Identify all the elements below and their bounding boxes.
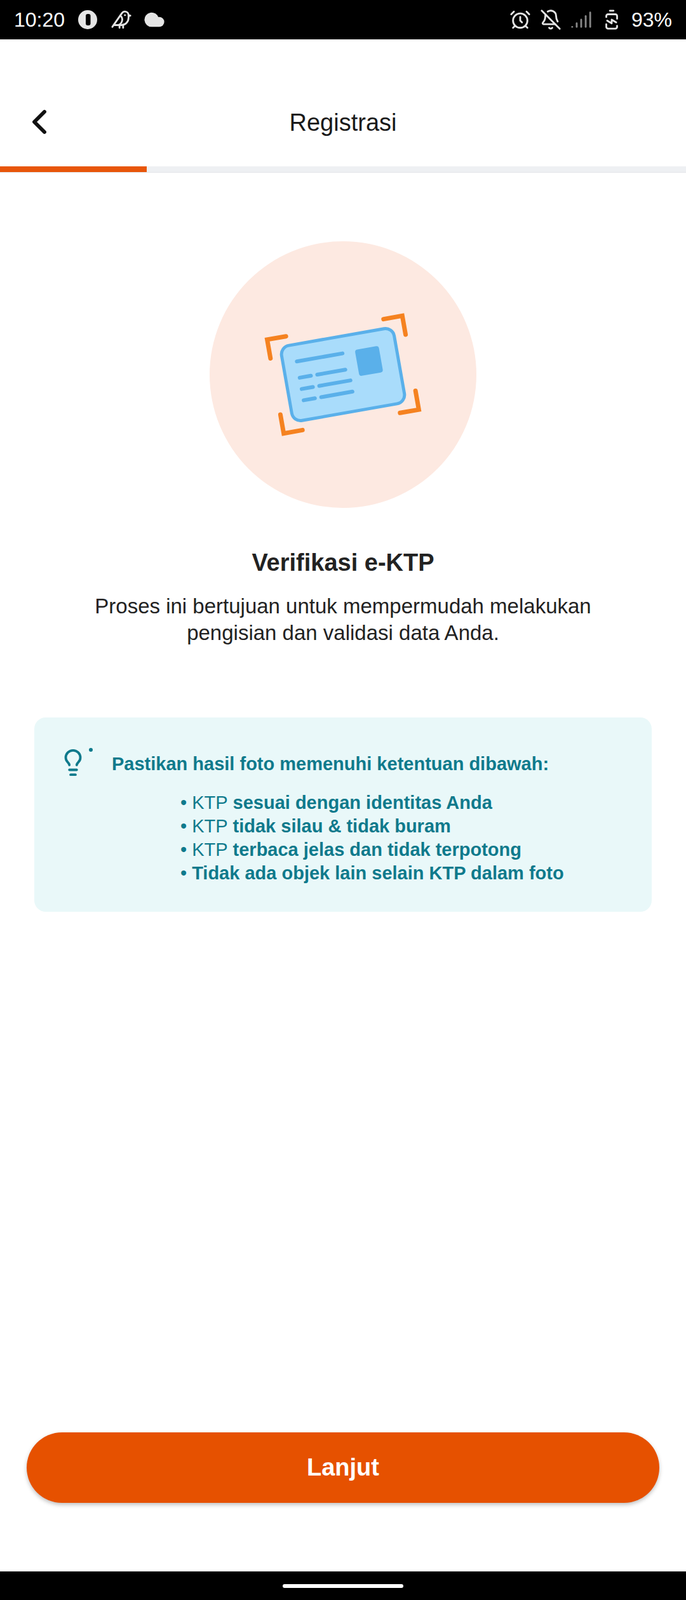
tips-list: •KTPsesuai dengan identitas Anda•KTPtida… [58, 791, 628, 886]
tip-item: •Tidak ada objek lain selain KTP dalam f… [180, 861, 628, 886]
id-card-scan-icon [260, 301, 426, 448]
continue-button[interactable]: Lanjut [26, 1432, 660, 1504]
tip-text: sesuai dengan identitas Anda [233, 791, 493, 815]
tips-box: Pastikan hasil foto memenuhi ketentuan d… [34, 717, 652, 913]
app-screen: 10:20 93% Registrasi Verifikasi e-KTP Proses… [0, 0, 686, 1600]
bullet: • [180, 814, 187, 839]
progress-bar [0, 166, 686, 173]
tip-text: terbaca jelas dan tidak terpotong [233, 838, 522, 862]
tip-prefix: KTP [191, 814, 228, 839]
bird-icon [110, 8, 133, 31]
tip-prefix: KTP [191, 791, 228, 815]
back-button[interactable] [19, 101, 60, 143]
bullet: • [180, 861, 187, 886]
app-notification-icon [76, 8, 100, 32]
signal-icon [570, 8, 592, 31]
tips-heading: Pastikan hasil foto memenuhi ketentuan d… [111, 752, 549, 777]
content: Verifikasi e-KTP Proses ini bertujuan unt… [0, 172, 686, 1573]
illustration [209, 241, 477, 509]
alarm-icon [509, 8, 532, 31]
tip-item: •KTPtidak silau & tidak buram [180, 814, 628, 839]
home-indicator[interactable] [282, 1584, 404, 1589]
tip-text: Tidak ada objek lain selain KTP dalam fo… [191, 861, 565, 886]
status-bar: 10:20 93% [0, 0, 686, 40]
status-time: 10:20 [13, 6, 65, 33]
header: Registrasi [0, 39, 686, 167]
battery-level: 93% [631, 6, 673, 33]
tip-text: tidak silau & tidak buram [233, 814, 451, 839]
progress-fill [0, 166, 147, 173]
bullet: • [180, 791, 187, 815]
battery-icon [600, 8, 623, 31]
tip-item: •KTPterbaca jelas dan tidak terpotong [180, 838, 628, 862]
bullet: • [180, 838, 187, 862]
bell-off-icon [539, 8, 562, 31]
tip-prefix: KTP [191, 838, 228, 862]
lightbulb-icon [58, 748, 88, 778]
cloud-icon [143, 8, 166, 31]
header-title: Registrasi [289, 107, 397, 138]
tip-item: •KTPsesuai dengan identitas Anda [180, 791, 628, 815]
back-arrow-icon [19, 101, 60, 143]
section-title: Verifikasi e-KTP [251, 548, 434, 578]
navigation-bar [0, 1572, 686, 1600]
sparkle-dot [88, 748, 93, 753]
section-description: Proses ini bertujuan untuk mempermudah m… [76, 593, 610, 647]
